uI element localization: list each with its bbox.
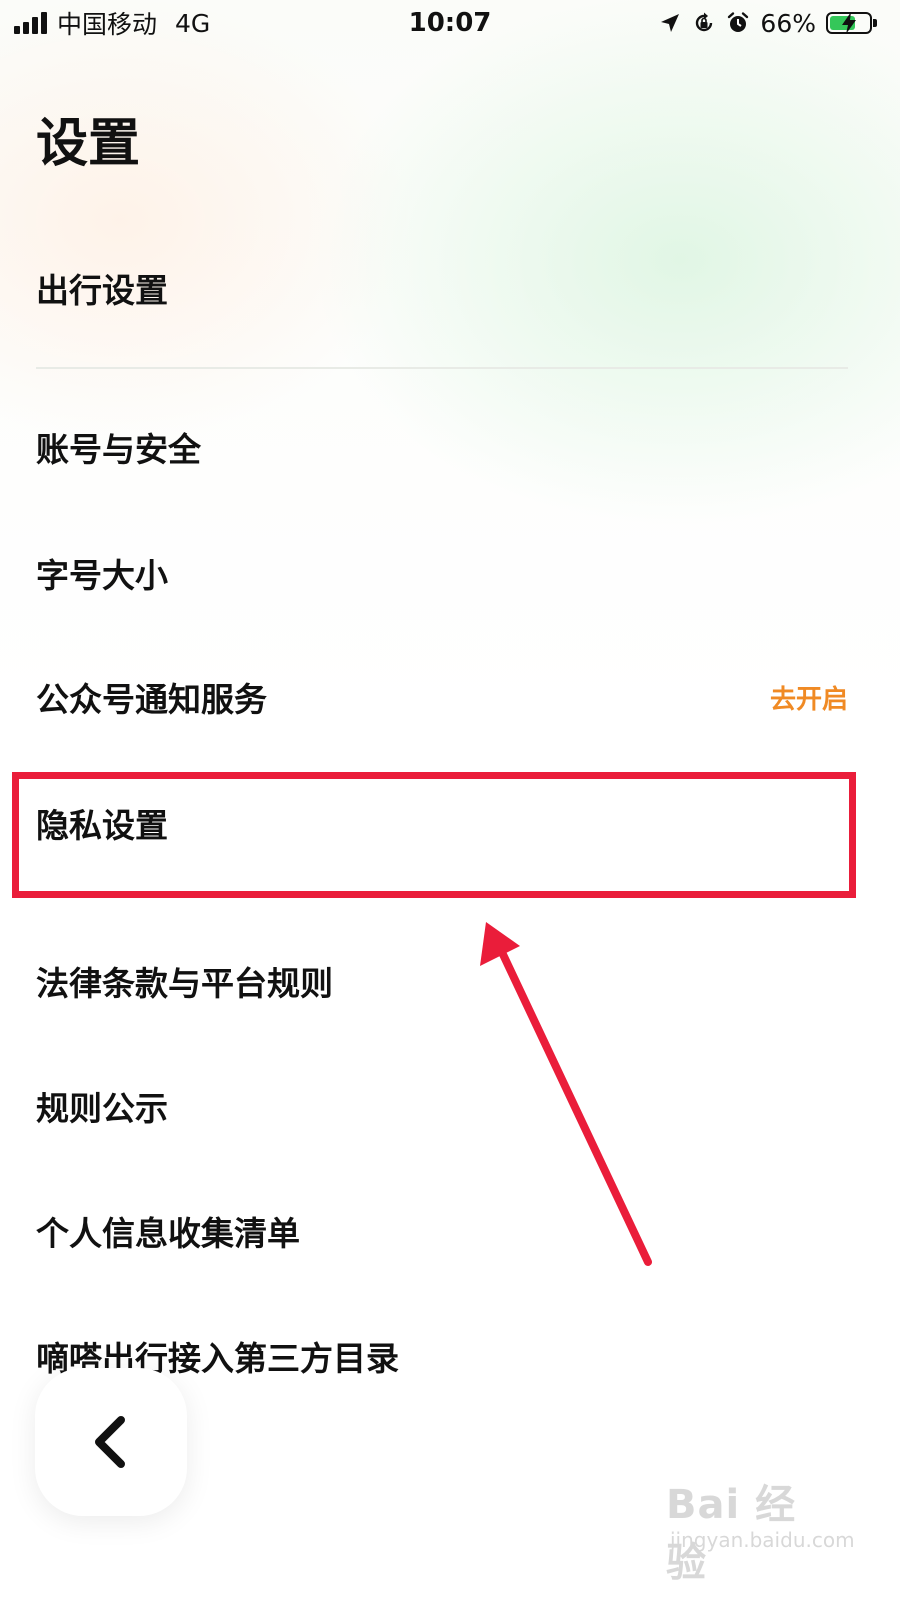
status-bar: 中国移动 4G 10:07 66%	[0, 0, 900, 48]
watermark-url: jingyan.baidu.com	[670, 1528, 855, 1552]
page-title: 设置	[36, 114, 141, 174]
menu-item-label: 个人信息收集清单	[36, 1214, 300, 1253]
menu-item-label: 出行设置	[36, 271, 168, 310]
menu-item-font-size[interactable]: 字号大小	[36, 538, 848, 608]
baidu-watermark: Bai 经验 jingyan.baidu.com	[666, 1472, 855, 1586]
menu-item-account-security[interactable]: 账号与安全	[36, 412, 848, 482]
menu-item-legal-terms[interactable]: 法律条款与平台规则	[36, 946, 848, 1016]
charging-bolt-icon	[842, 12, 856, 34]
section-divider	[36, 367, 848, 369]
chevron-left-icon	[95, 1416, 125, 1468]
rotation-lock-icon	[696, 12, 713, 32]
battery-percentage: 66%	[760, 8, 816, 38]
menu-item-personal-info-list[interactable]: 个人信息收集清单	[36, 1196, 848, 1266]
menu-item-official-account-notifications[interactable]: 公众号通知服务 去开启	[36, 662, 848, 732]
menu-item-travel-settings[interactable]: 出行设置	[36, 253, 848, 323]
menu-item-label: 规则公示	[36, 1089, 168, 1128]
back-button[interactable]	[35, 1368, 187, 1516]
menu-item-label: 字号大小	[36, 556, 168, 595]
location-icon	[661, 14, 680, 32]
alarm-icon	[728, 12, 749, 32]
battery-cap	[873, 19, 877, 27]
menu-item-label: 账号与安全	[36, 430, 201, 469]
enable-link[interactable]: 去开启	[770, 679, 848, 716]
status-right: 66%	[658, 6, 877, 40]
menu-item-label: 法律条款与平台规则	[36, 964, 333, 1003]
battery-charging-icon	[826, 12, 877, 34]
menu-item-label: 公众号通知服务	[36, 680, 267, 719]
menu-item-rules-disclosure[interactable]: 规则公示	[36, 1071, 848, 1141]
annotation-highlight-box	[12, 772, 856, 898]
